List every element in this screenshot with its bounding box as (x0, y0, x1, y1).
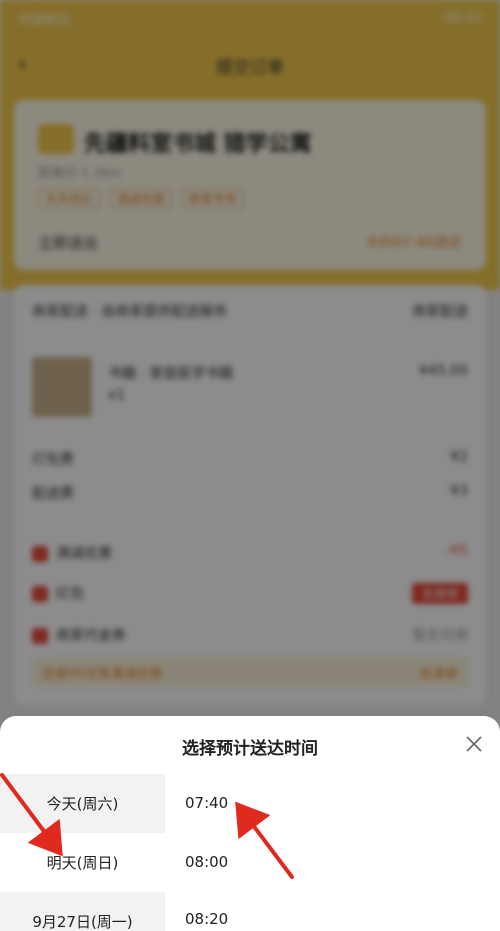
close-icon[interactable] (462, 732, 486, 756)
day-list: 今天(周六) 明天(周日) 9月27日(周一) (0, 774, 165, 931)
day-option-sep27[interactable]: 9月27日(周一) (0, 892, 165, 931)
time-option[interactable]: 08:00 (185, 853, 228, 871)
sheet-title: 选择预计送达时间 (182, 739, 318, 759)
time-option[interactable]: 07:40 (185, 794, 228, 812)
time-list: 07:40 08:00 08:20 (165, 774, 500, 931)
delivery-time-sheet: 选择预计送达时间 今天(周六) 明天(周日) 9月27日(周一) 07:40 0… (0, 716, 500, 931)
day-option-today[interactable]: 今天(周六) (0, 774, 165, 833)
day-option-tomorrow[interactable]: 明天(周日) (0, 833, 165, 892)
page: 中国移动 08:33 ‹ 提交订单 先疆料室书城 猎学公寓 距离约 1.2km … (0, 0, 500, 931)
time-option[interactable]: 08:20 (185, 910, 228, 928)
